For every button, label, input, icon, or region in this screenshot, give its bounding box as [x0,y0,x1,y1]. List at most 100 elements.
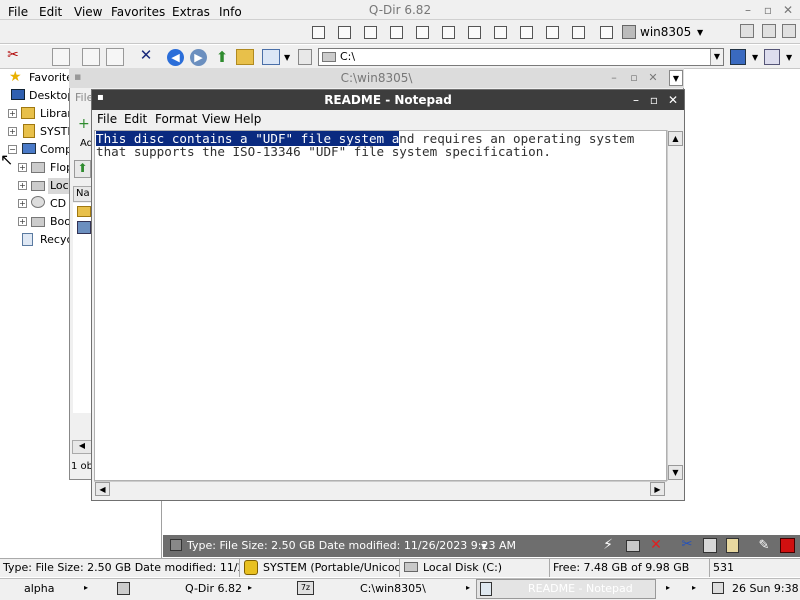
chevron-down-icon[interactable]: ▼ [284,53,290,62]
explorer-column-name[interactable]: Na [73,186,93,202]
size-grip[interactable] [668,482,684,497]
layout-y-icon[interactable] [520,26,533,39]
taskbar-user[interactable]: alpha [24,579,55,599]
layout-2v-icon[interactable] [416,26,429,39]
up-arrow-icon[interactable]: ⬆ [213,48,231,66]
explorer-up-icon[interactable]: ⬆ [74,160,91,178]
taskbar-arrow-icon[interactable]: ▸ [692,583,696,592]
taskbar-arrow-icon[interactable]: ▸ [248,583,252,592]
notepad-menu-format[interactable]: Format [155,111,197,128]
taskbar-notepad[interactable]: README - Notepad [528,579,633,599]
notepad-menu-help[interactable]: Help [234,111,261,128]
cut-icon[interactable]: ✕ [648,537,664,554]
scroll-down-icon[interactable]: ▼ [668,465,683,480]
address-input[interactable] [318,48,724,66]
tools-icon[interactable] [762,24,776,38]
copy-icon[interactable] [703,538,717,553]
explorer-sysmenu-icon[interactable]: ▪ [74,70,81,83]
layout-v-icon[interactable] [600,26,613,39]
notepad-menu-view[interactable]: View [202,111,230,128]
layout-3v-icon[interactable] [364,26,377,39]
maximize-button[interactable]: ▫ [758,0,778,20]
drive-toolbar-icon[interactable] [626,540,640,552]
monitor-icon[interactable] [730,49,746,65]
layout-x-icon[interactable] [494,26,507,39]
tree-item-boot[interactable]: Boo [50,214,71,230]
menu-view[interactable]: View [74,4,102,20]
taskbar-explorer[interactable]: C:\win8305\ [360,579,426,599]
expand-icon[interactable]: + [8,109,17,118]
new-file-icon[interactable] [82,48,100,66]
expand-icon[interactable]: + [18,163,27,172]
expand-icon[interactable]: + [18,199,27,208]
pencil-icon[interactable]: ✎ [757,538,771,553]
explorer-scroll-left-icon[interactable]: ◀ [72,440,92,454]
menu-info[interactable]: Info [219,4,242,20]
notepad-vertical-scrollbar[interactable] [667,130,684,481]
flash-icon[interactable]: ⚡ [600,537,616,554]
tree-item-favorites[interactable]: Favorite [29,70,73,86]
layout-w-icon[interactable] [572,26,585,39]
address-dropdown-icon[interactable]: ▼ [710,49,723,65]
explorer-close-button[interactable]: ✕ [645,69,661,87]
menu-favorites[interactable]: Favorites [111,4,165,20]
explorer-window-title[interactable]: C:\win8305\ [69,68,684,88]
menu-file[interactable]: File [8,4,28,20]
chevron-down-icon[interactable]: ▼ [786,53,792,62]
notepad-minimize-button[interactable]: – [627,90,645,110]
view-icon[interactable] [262,49,280,65]
chevron-down-icon[interactable]: ▼ [752,53,758,62]
taskbar-arrow-icon[interactable]: ▸ [466,583,470,592]
chevron-down-icon[interactable]: ▼ [697,28,703,37]
expand-icon[interactable]: + [18,217,27,226]
scroll-right-icon[interactable]: ▶ [650,482,665,496]
delete-icon[interactable]: ✕ [137,46,155,66]
tray-icon[interactable] [712,582,724,594]
menu-edit[interactable]: Edit [39,4,62,20]
user-label[interactable]: win8305 [640,24,691,40]
notepad-close-button[interactable]: ✕ [664,90,682,110]
explorer-maximize-button[interactable]: ▫ [626,69,642,87]
cpu-icon[interactable] [622,25,636,39]
settings-icon[interactable] [782,24,796,38]
notepad-text-area[interactable] [94,130,667,481]
close-button[interactable]: ✕ [778,0,798,20]
layout-3h-icon[interactable] [338,26,351,39]
tree-item-recycle-bin[interactable]: Recyc [40,232,73,248]
layout-4-icon[interactable] [312,26,325,39]
arrange-icon[interactable] [298,49,312,65]
menu-extras[interactable]: Extras [172,4,210,20]
notepad-menu-edit[interactable]: Edit [124,111,147,128]
tree-item-desktop[interactable]: Desktop [29,88,74,104]
taskbar-qdir[interactable]: Q-Dir 6.82 [185,579,242,599]
tree-item-cd-drive[interactable]: CD [50,196,66,212]
printer-icon[interactable] [740,24,754,38]
panel-icon[interactable] [764,49,780,65]
taskbar-arrow-icon[interactable]: ▸ [666,583,670,592]
minimize-button[interactable]: – [738,0,758,20]
paste-icon[interactable] [726,538,739,553]
layout-single-icon[interactable] [468,26,481,39]
layout-tree-icon[interactable] [442,26,455,39]
back-icon[interactable]: ◀ [167,49,184,66]
explorer-dropdown-icon[interactable]: ▼ [669,70,683,86]
red-square-icon[interactable] [780,538,795,553]
explorer-file-list[interactable] [73,203,93,413]
taskbar-arrow-icon[interactable]: ▸ [84,583,88,592]
folder-icon[interactable] [236,49,254,65]
expand-icon[interactable]: + [18,181,27,190]
tools-red-icon[interactable]: ✂ [4,47,22,65]
layout-z-icon[interactable] [546,26,559,39]
expand-icon[interactable]: + [8,127,17,136]
notepad-menu-file[interactable]: File [97,111,117,128]
find-icon[interactable] [106,48,124,66]
scroll-up-icon[interactable]: ▲ [668,131,683,146]
chevron-down-icon[interactable]: ▼ [481,542,487,551]
explorer-minimize-button[interactable]: – [606,69,622,87]
panes-icon[interactable] [52,48,70,66]
scroll-left-icon[interactable]: ◀ [95,482,110,496]
notepad-horizontal-scrollbar[interactable] [94,481,667,497]
forward-icon[interactable]: ▶ [190,49,207,66]
notepad-maximize-button[interactable]: ▫ [645,90,663,110]
scissors-icon[interactable]: ✂ [680,537,694,554]
